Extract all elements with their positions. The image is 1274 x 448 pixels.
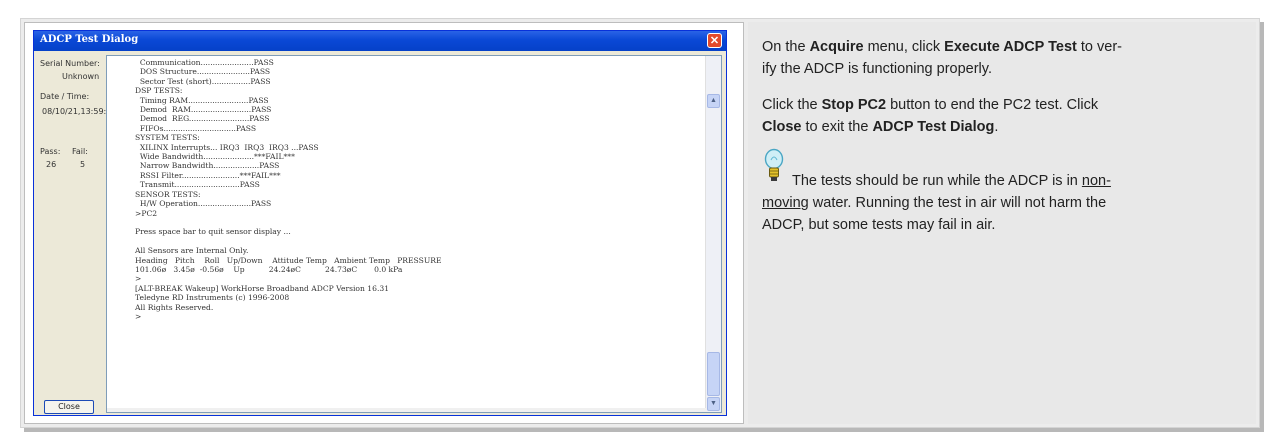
table-shadow-right (1260, 22, 1264, 432)
console-line: Transmit...........................PASS (135, 180, 260, 190)
console-line: XILINX Interrupts... IRQ3 IRQ3 IRQ3 ...P… (135, 142, 319, 152)
adcp-test-dialog: ADCP Test Dialog ✕ Serial Number: Unknow… (33, 30, 727, 416)
fail-count: 5 (80, 160, 86, 169)
console-line: > (135, 311, 142, 321)
console-line: Demod REG.........................PASS (135, 114, 270, 124)
console-line: Demod RAM.........................PASS (135, 105, 272, 115)
instruction-step-2: Click the Stop PC2 button to end the PC2… (762, 94, 1242, 138)
scroll-up-icon[interactable]: ▲ (707, 94, 720, 108)
dialog-title: ADCP Test Dialog (40, 34, 139, 45)
tip-note: The tests should be run while the ADCP i… (762, 170, 1242, 236)
console-line: [ALT-BREAK Wakeup] WorkHorse Broadband A… (135, 283, 390, 293)
console-line: Timing RAM.........................PASS (135, 95, 269, 105)
text: water. Running the test in air will not … (808, 195, 1107, 211)
console-text: Communication......................PASS … (135, 58, 442, 321)
dialog-ref: ADCP Test Dialog (872, 119, 995, 135)
console-line: SENSOR TESTS: (135, 189, 201, 199)
console-line: H/W Operation......................PASS (135, 199, 272, 209)
console-line: Communication......................PASS (135, 58, 274, 67)
dialog-titlebar[interactable]: ADCP Test Dialog ✕ (34, 31, 726, 51)
console-line: >PC2 (135, 208, 158, 218)
text: . (994, 119, 999, 135)
text: button to end the PC2 test. Click (886, 97, 1099, 113)
console-line: Sector Test (short)................PASS (135, 76, 271, 86)
text: On the (762, 39, 810, 55)
console-line: RSSI Filter........................***FA… (135, 170, 281, 180)
instruction-step-1: On the Acquire menu, click Execute ADCP … (762, 36, 1242, 80)
console-line: DOS Structure......................PASS (135, 67, 271, 77)
vertical-scrollbar[interactable]: ▲ ▼ (705, 56, 721, 412)
close-icon[interactable]: ✕ (707, 33, 722, 48)
text: to exit the (801, 119, 873, 135)
console-line: All Rights Reserved. (135, 302, 214, 312)
console-line: All Sensors are Internal Only. (135, 246, 249, 256)
execute-test-ref: Execute ADCP Test (944, 39, 1077, 55)
text: ify the ADCP is functioning properly. (762, 61, 992, 77)
console-line: Press space bar to quit sensor display .… (135, 227, 291, 237)
acquire-menu-ref: Acquire (809, 39, 864, 55)
pass-count: 26 (46, 160, 57, 169)
console-line: Heading Pitch Roll Up/Down Attitude Temp… (135, 255, 442, 265)
table-shadow-bottom (24, 428, 1264, 432)
scroll-down-icon[interactable]: ▼ (707, 397, 720, 411)
serial-number-label: Serial Number: (40, 59, 100, 68)
console-line: > (135, 274, 142, 284)
console-line: 101.06ø 3.45ø -0.56ø Up 24.24øC 24.73øC … (135, 264, 403, 274)
console-line: SYSTEM TESTS: (135, 133, 200, 143)
console-line: Wide Bandwidth.....................***FA… (135, 152, 295, 162)
text: The tests should be run while the ADCP i… (792, 173, 1082, 189)
text: ADCP, but some tests may fail in air. (762, 217, 996, 233)
serial-number-value: Unknown (62, 72, 100, 81)
stop-pc2-ref: Stop PC2 (821, 97, 887, 113)
console-line: Narrow Bandwidth...................PASS (135, 161, 280, 171)
close-ref: Close (762, 119, 802, 135)
text: menu, click (863, 39, 945, 55)
text: non- (1081, 173, 1111, 189)
console-line: Teledyne RD Instruments (c) 1996-2008 (135, 293, 290, 303)
close-button[interactable]: Close (44, 400, 94, 414)
date-time-label: Date / Time: (40, 92, 90, 101)
text: moving (762, 195, 809, 211)
pass-label: Pass: (40, 147, 61, 156)
test-output-console[interactable]: Communication......................PASS … (106, 55, 722, 413)
text: Click the (762, 97, 822, 113)
horizontal-scrollbar[interactable] (107, 408, 707, 412)
console-line: FIFOs..............................PASS (135, 123, 257, 133)
text: to ver- (1076, 39, 1122, 55)
scroll-thumb[interactable] (707, 352, 720, 396)
console-line: DSP TESTS: (135, 86, 183, 96)
fail-label: Fail: (72, 147, 88, 156)
